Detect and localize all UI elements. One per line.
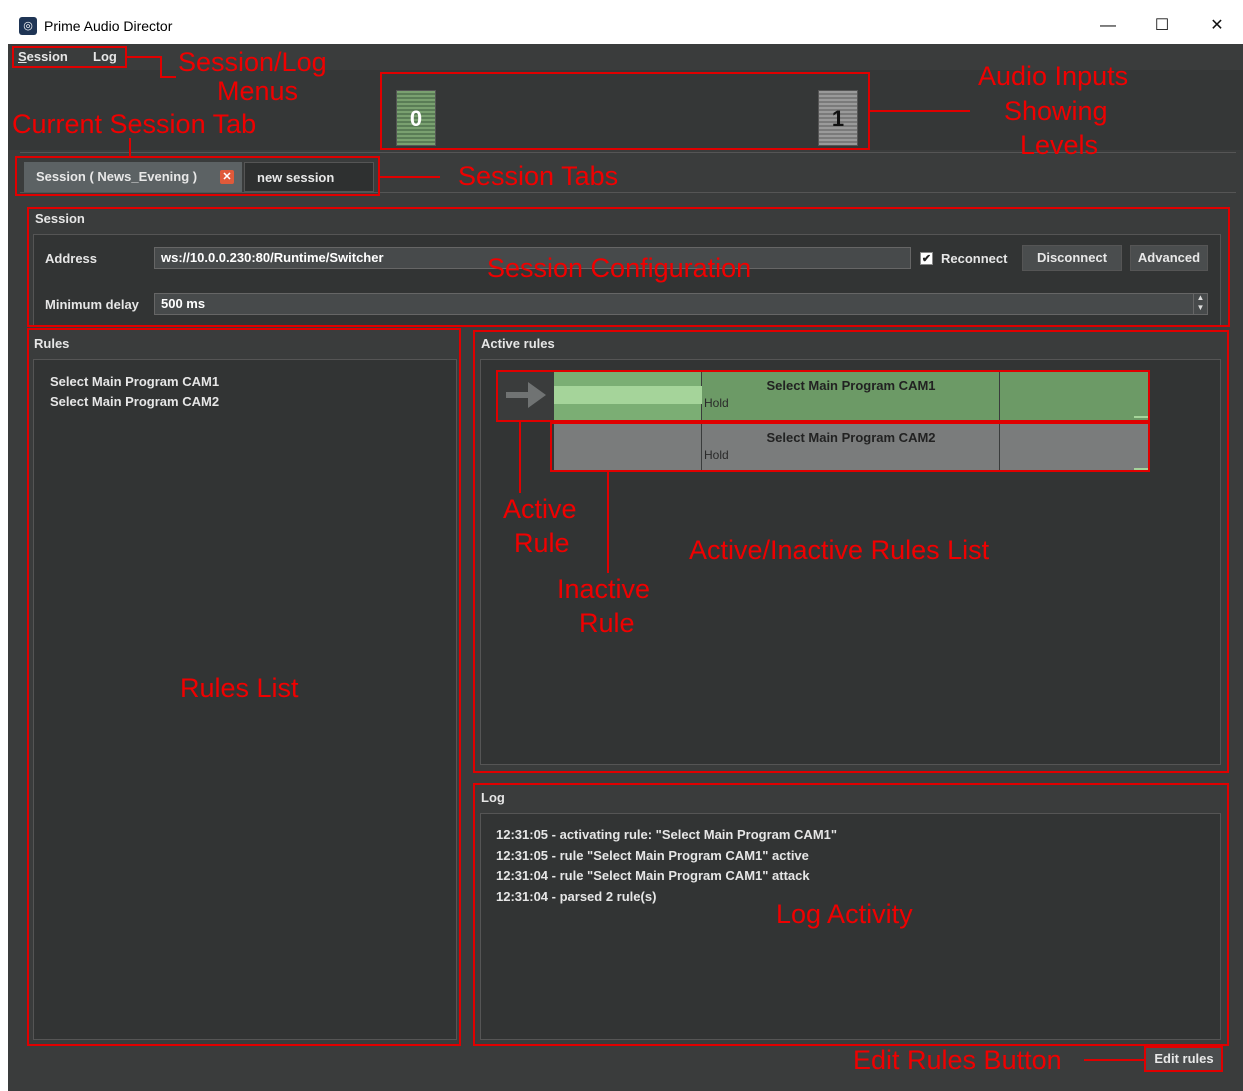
- annotation-log-activity: Log Activity: [776, 899, 913, 929]
- annotation-inactive-rule-2: Rule: [579, 608, 635, 638]
- close-window-button[interactable]: ✕: [1194, 8, 1240, 44]
- annotation-session-config: Session Configuration: [487, 253, 752, 283]
- annotation-box-active-rule: [496, 370, 1150, 422]
- annotation-active-rule-1: Active: [503, 494, 577, 524]
- annotation-line: [870, 110, 970, 112]
- annotation-audio-2: Showing: [1004, 96, 1108, 126]
- annotation-box-inactive-rule: [550, 422, 1150, 472]
- window-title: Prime Audio Director: [44, 18, 173, 34]
- annotation-box-menus: [12, 46, 127, 68]
- annotation-rules-list: Rules List: [180, 673, 299, 703]
- maximize-button[interactable]: ☐: [1139, 8, 1185, 44]
- annotation-line: [519, 421, 521, 493]
- annotation-line: [160, 76, 176, 78]
- annotation-line: [129, 138, 131, 158]
- annotation-edit-rules: Edit Rules Button: [853, 1045, 1062, 1075]
- annotation-rules-list-list: Active/Inactive Rules List: [689, 535, 990, 565]
- annotation-audio-1: Audio Inputs: [978, 61, 1129, 91]
- annotation-menus-2: Menus: [217, 76, 299, 106]
- annotation-box-audio-inputs: [380, 72, 870, 150]
- app-logo-icon: ◎: [19, 17, 37, 35]
- annotation-line: [1084, 1059, 1144, 1061]
- annotation-line: [127, 56, 162, 58]
- annotation-line: [607, 472, 609, 573]
- annotation-active-rule-2: Rule: [514, 528, 570, 558]
- annotation-current-tab: Current Session Tab: [12, 109, 257, 139]
- annotation-line: [160, 56, 162, 78]
- annotation-inactive-rule-1: Inactive: [557, 574, 651, 604]
- annotation-line: [380, 176, 440, 178]
- minimize-button[interactable]: —: [1085, 8, 1131, 44]
- annotation-box-tabs: [15, 156, 380, 196]
- annotation-audio-3: Levels: [1020, 130, 1099, 160]
- annotation-session-tabs: Session Tabs: [458, 161, 619, 191]
- title-bar: ◎ Prime Audio Director — ☐ ✕: [8, 8, 1243, 44]
- annotation-box-edit-rules: [1144, 1046, 1223, 1072]
